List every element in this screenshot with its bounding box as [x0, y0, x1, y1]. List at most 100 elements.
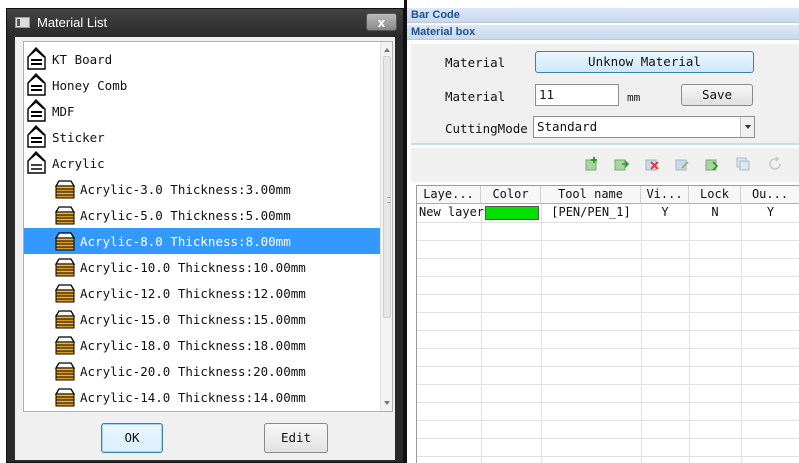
tree-item-acrylic-15[interactable]: Acrylic-15.0 Thickness:15.00mm — [24, 306, 382, 332]
tree-item-label: Acrylic-14.0 Thickness:14.00mm — [80, 389, 306, 405]
tree-item-acrylic-5[interactable]: Acrylic-5.0 Thickness:5.00mm — [24, 202, 382, 228]
scroll-down-arrow-icon[interactable] — [384, 401, 390, 405]
tree-item-acrylic-18[interactable]: Acrylic-18.0 Thickness:18.00mm — [24, 332, 382, 358]
material-folder-icon — [27, 125, 46, 148]
material-sheet-icon — [54, 258, 76, 277]
add-layer-icon[interactable] — [583, 156, 599, 172]
tree-item-acrylic-20[interactable]: Acrylic-20.0 Thickness:20.00mm — [24, 358, 382, 384]
thickness-unit: mm — [627, 91, 641, 104]
tree-item-label: Acrylic-10.0 Thickness:10.00mm — [80, 259, 306, 275]
tree-item-acrylic[interactable]: Acrylic — [26, 150, 105, 176]
grid-line — [417, 420, 799, 421]
layer-tool-cell[interactable]: [PEN/PEN_1] — [541, 204, 641, 222]
layer-output-cell[interactable]: Y — [741, 204, 799, 222]
scroll-thumb[interactable] — [383, 56, 391, 318]
dialog-titlebar[interactable]: Material List x — [7, 9, 403, 36]
tree-item-acrylic-10[interactable]: Acrylic-10.0 Thickness:10.00mm — [24, 254, 382, 280]
tree-scrollbar[interactable] — [380, 42, 392, 411]
tree-item-acrylic-3[interactable]: Acrylic-3.0 Thickness:3.00mm — [24, 176, 382, 202]
close-button[interactable]: x — [366, 13, 397, 31]
column-header-lock[interactable]: Lock — [689, 186, 741, 204]
thickness-input[interactable]: 11 — [535, 84, 619, 106]
material-tree[interactable]: KT Board Honey Comb MDF Sticker Acrylic … — [23, 41, 393, 412]
grid-line — [417, 276, 799, 277]
material-box: Material Unknow Material Material 11 mm … — [411, 44, 799, 145]
tree-item-acrylic-12[interactable]: Acrylic-12.0 Thickness:12.00mm — [24, 280, 382, 306]
chevron-down-icon[interactable] — [740, 117, 754, 137]
grid-line — [417, 384, 799, 385]
material-sheet-icon — [54, 206, 76, 225]
material-label: Material — [445, 55, 506, 70]
layer-name-cell[interactable]: New layer — [417, 204, 485, 222]
material-sheet-icon — [54, 362, 76, 381]
tree-item-label: Honey Comb — [52, 77, 128, 93]
material-folder-open-icon — [27, 151, 46, 174]
unknow-material-button[interactable]: Unknow Material — [535, 51, 754, 73]
tree-item-label: MDF — [52, 103, 75, 119]
tree-item-honey-comb[interactable]: Honey Comb — [26, 72, 127, 98]
column-header-visible[interactable]: Vi... — [641, 186, 689, 204]
layer-color-swatch[interactable] — [485, 206, 539, 220]
material-folder-icon — [27, 99, 46, 122]
material-sheet-icon — [54, 284, 76, 303]
material-sheet-icon — [54, 388, 76, 407]
column-header-output[interactable]: Ou... — [741, 186, 799, 204]
grid-line — [417, 258, 799, 259]
tree-item-label: Acrylic — [52, 155, 105, 171]
grid-line — [417, 438, 799, 439]
tree-item-label: Acrylic-18.0 Thickness:18.00mm — [80, 337, 306, 353]
tree-item-acrylic-14[interactable]: Acrylic-14.0 Thickness:14.00mm — [24, 384, 382, 410]
cutting-mode-label: CuttingMode — [445, 121, 528, 136]
tree-item-label: KT Board — [52, 51, 113, 67]
move-down-icon[interactable] — [704, 156, 720, 172]
layer-grid[interactable]: Laye... Color Tool name Vi... Lock Ou...… — [416, 185, 799, 463]
ok-button[interactable]: OK — [101, 423, 163, 453]
tree-item-label: Acrylic-8.0 Thickness:8.00mm — [80, 233, 291, 249]
layer-lock-cell[interactable]: N — [689, 204, 741, 222]
tree-item-label: Acrylic-3.0 Thickness:3.00mm — [80, 181, 291, 197]
dialog-body: KT Board Honey Comb MDF Sticker Acrylic … — [15, 37, 395, 460]
insert-layer-icon[interactable] — [613, 156, 629, 172]
edit-button[interactable]: Edit — [264, 423, 328, 453]
grid-line — [417, 330, 799, 331]
scroll-up-arrow-icon[interactable] — [384, 48, 390, 52]
tree-item-label: Acrylic-5.0 Thickness:5.00mm — [80, 207, 291, 223]
bar-code-header[interactable]: Bar Code — [407, 8, 799, 23]
material-folder-icon — [27, 47, 46, 70]
tree-item-acrylic-8-selected[interactable]: Acrylic-8.0 Thickness:8.00mm — [24, 228, 382, 254]
copy-layer-icon[interactable] — [735, 156, 751, 172]
grid-line — [417, 294, 799, 295]
layer-toolbar — [411, 148, 799, 182]
tree-item-kt-board[interactable]: KT Board — [26, 46, 112, 72]
grid-line — [417, 222, 799, 223]
grid-line — [689, 204, 690, 463]
material-sheet-icon — [54, 180, 76, 199]
grid-line — [417, 240, 799, 241]
delete-layer-icon[interactable] — [644, 156, 660, 172]
save-button[interactable]: Save — [681, 84, 753, 106]
window-icon — [15, 17, 30, 28]
grid-line — [417, 348, 799, 349]
cutting-mode-select[interactable]: Standard — [533, 116, 755, 138]
tree-item-label: Acrylic-12.0 Thickness:12.00mm — [80, 285, 306, 301]
tree-item-label: Acrylic-20.0 Thickness:20.00mm — [80, 363, 306, 379]
grid-line — [417, 312, 799, 313]
refresh-icon[interactable] — [767, 156, 783, 172]
dialog-title: Material List — [37, 15, 108, 30]
column-header-tool-name[interactable]: Tool name — [541, 186, 641, 204]
move-up-icon[interactable] — [674, 156, 690, 172]
grip-icon — [387, 197, 391, 203]
tree-item-sticker[interactable]: Sticker — [26, 124, 105, 150]
material-box-header[interactable]: Material box — [407, 25, 799, 40]
right-panel: Bar Code Material box Material Unknow Ma… — [407, 8, 799, 463]
tree-item-label: Acrylic-15.0 Thickness:15.00mm — [80, 311, 306, 327]
column-header-layer[interactable]: Laye... — [417, 186, 481, 204]
column-header-color[interactable]: Color — [481, 186, 541, 204]
grid-line — [741, 204, 742, 463]
layer-visible-cell[interactable]: Y — [641, 204, 689, 222]
material-folder-icon — [27, 73, 46, 96]
tree-item-mdf[interactable]: MDF — [26, 98, 75, 124]
cutting-mode-value: Standard — [537, 119, 598, 134]
grid-line — [417, 366, 799, 367]
material-list-dialog: Material List x KT Board Honey Comb MDF … — [6, 8, 404, 463]
